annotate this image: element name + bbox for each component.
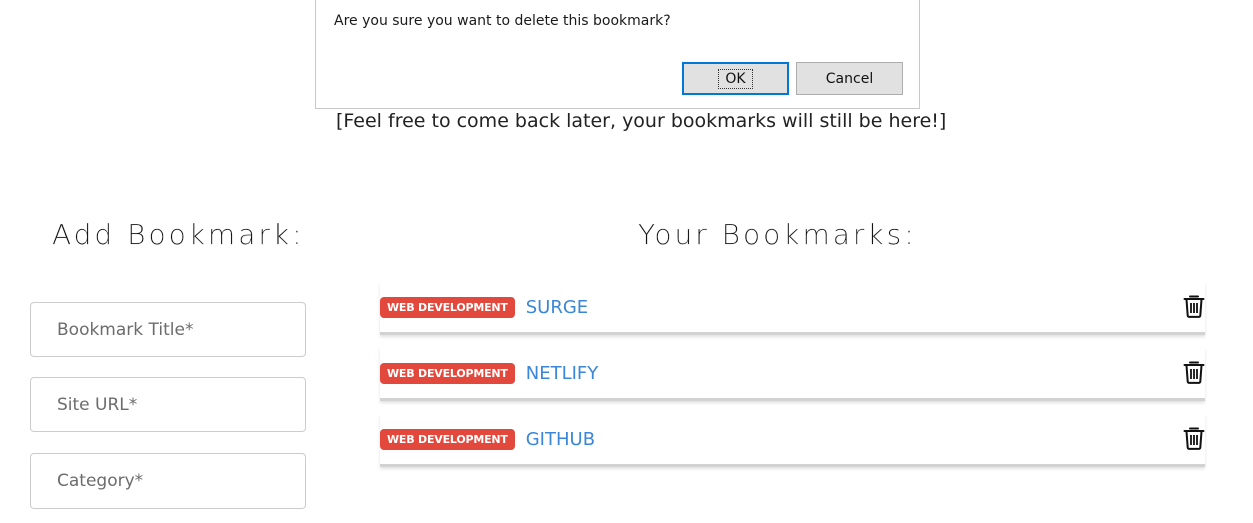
bookmark-list: WEB DEVELOPMENT SURGE WEB DEVELOPMENT NE… bbox=[380, 282, 1205, 480]
add-bookmark-heading: Add Bookmark: bbox=[52, 218, 305, 251]
bookmark-link[interactable]: SURGE bbox=[526, 297, 588, 318]
category-badge: WEB DEVELOPMENT bbox=[380, 296, 515, 318]
trash-icon[interactable] bbox=[1183, 360, 1205, 384]
trash-icon[interactable] bbox=[1183, 294, 1205, 318]
page: Are you sure you want to delete this boo… bbox=[0, 0, 1253, 523]
your-bookmarks-heading: Your Bookmarks: bbox=[638, 218, 917, 251]
ok-button[interactable]: OK bbox=[682, 62, 789, 95]
bookmark-title-input[interactable] bbox=[30, 302, 306, 357]
trash-icon[interactable] bbox=[1183, 426, 1205, 450]
site-url-input[interactable] bbox=[30, 377, 306, 432]
category-badge: WEB DEVELOPMENT bbox=[380, 428, 515, 450]
cancel-button[interactable]: Cancel bbox=[796, 62, 903, 95]
dialog-message: Are you sure you want to delete this boo… bbox=[334, 13, 671, 29]
category-badge: WEB DEVELOPMENT bbox=[380, 362, 515, 384]
tagline: [Feel free to come back later, your book… bbox=[336, 110, 947, 132]
category-input[interactable] bbox=[30, 453, 306, 509]
bookmark-link[interactable]: NETLIFY bbox=[526, 363, 599, 384]
ok-button-label: OK bbox=[718, 68, 753, 89]
bookmark-link[interactable]: GITHUB bbox=[526, 429, 595, 450]
confirm-dialog: Are you sure you want to delete this boo… bbox=[315, 0, 920, 109]
bookmark-item: WEB DEVELOPMENT SURGE bbox=[380, 282, 1205, 335]
bookmark-item: WEB DEVELOPMENT NETLIFY bbox=[380, 348, 1205, 401]
bookmark-item: WEB DEVELOPMENT GITHUB bbox=[380, 414, 1205, 467]
